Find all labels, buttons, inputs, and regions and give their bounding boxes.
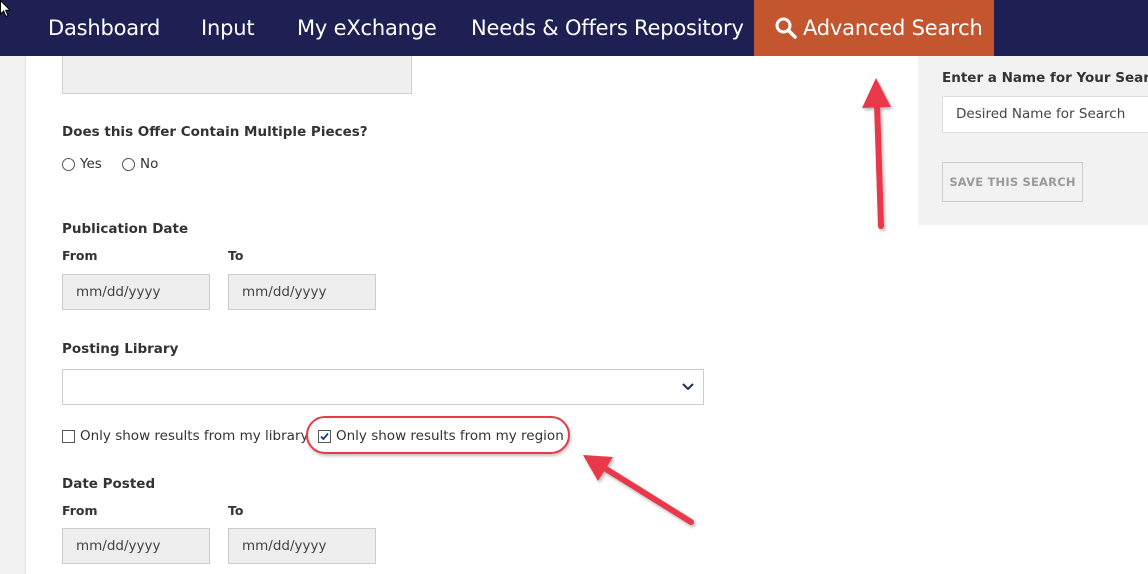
radio-yes-label: Yes [80, 156, 102, 172]
search-name-input[interactable]: Desired Name for Search [942, 96, 1148, 133]
date-posted-from-input[interactable]: mm/dd/yyyy [62, 528, 210, 564]
publication-date-to-input[interactable]: mm/dd/yyyy [228, 274, 376, 310]
multiple-pieces-yes-radio[interactable]: Yes [62, 155, 102, 173]
date-posted-from-label: From [62, 503, 98, 518]
multiple-pieces-label: Does this Offer Contain Multiple Pieces? [62, 124, 368, 140]
radio-button-icon [62, 157, 75, 171]
search-icon [775, 17, 797, 39]
posting-library-select[interactable] [62, 369, 704, 405]
chevron-down-icon [682, 383, 694, 390]
publication-date-from-label: From [62, 248, 98, 263]
mouse-cursor-icon [0, 0, 12, 18]
save-this-search-button[interactable]: SAVE THIS SEARCH [942, 162, 1083, 202]
save-search-panel: Enter a Name for Your Search Desired Nam… [918, 56, 1148, 225]
nav-item-advanced-search-label: Advanced Search [803, 16, 983, 40]
my-library-checkbox[interactable]: Only show results from my library [62, 427, 309, 445]
multiple-pieces-no-radio[interactable]: No [122, 155, 158, 173]
publication-date-to-label: To [228, 248, 244, 263]
publication-date-from-input[interactable]: mm/dd/yyyy [62, 274, 210, 310]
left-gutter [0, 56, 26, 574]
nav-item-dashboard[interactable]: Dashboard [48, 0, 160, 56]
date-posted-label: Date Posted [62, 476, 156, 492]
page: Dashboard Input My eXchange Needs & Offe… [0, 0, 1148, 574]
arrow-to-region-checkbox [583, 455, 694, 525]
checkbox-unchecked-icon [62, 429, 75, 443]
radio-no-label: No [140, 156, 159, 172]
search-name-label: Enter a Name for Your Search [942, 70, 1148, 86]
text-area-field[interactable] [62, 56, 412, 94]
date-posted-to-label: To [228, 503, 244, 518]
date-posted-to-input[interactable]: mm/dd/yyyy [228, 528, 376, 564]
nav-item-my-exchange[interactable]: My eXchange [297, 0, 437, 56]
radio-button-icon [122, 157, 135, 171]
arrow-up-to-advanced-search [862, 78, 891, 229]
annotation-highlight-oval [306, 416, 570, 454]
nav-item-advanced-search[interactable]: Advanced Search [754, 0, 994, 56]
top-nav: Dashboard Input My eXchange Needs & Offe… [0, 0, 1148, 56]
my-library-checkbox-label: Only show results from my library [80, 428, 309, 444]
nav-item-input[interactable]: Input [201, 0, 255, 56]
nav-item-needs-offers-repository[interactable]: Needs & Offers Repository [471, 0, 744, 56]
publication-date-label: Publication Date [62, 221, 189, 237]
posting-library-label: Posting Library [62, 341, 179, 357]
